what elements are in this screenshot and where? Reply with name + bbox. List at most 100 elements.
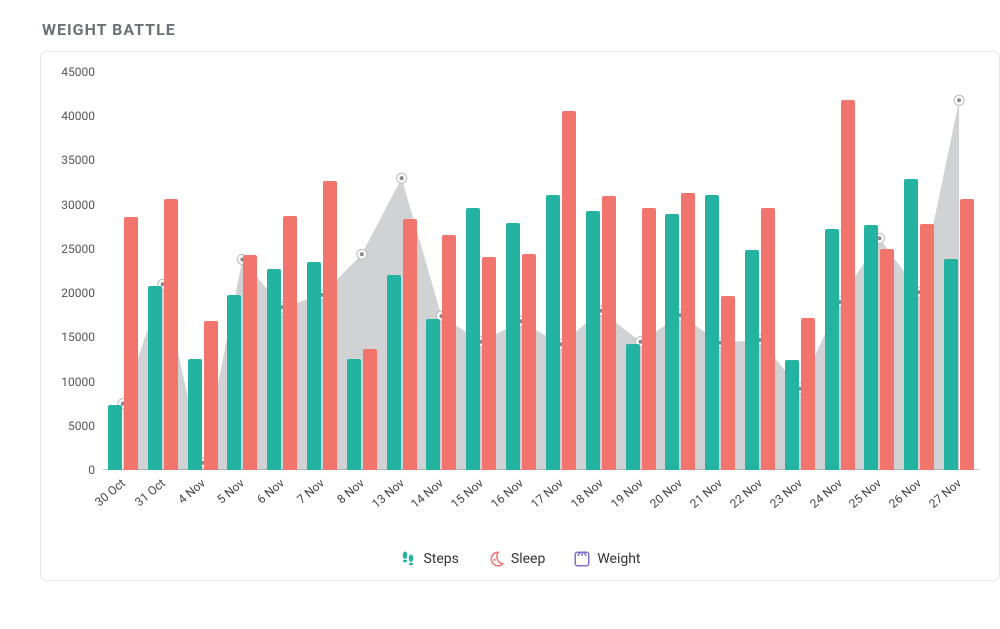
moon-icon [487,550,505,568]
plot-inner [103,72,979,470]
bar-group [903,179,935,470]
bar-group [704,195,736,470]
x-tick-label: 14 Nov [409,476,447,511]
bar-sleep [403,219,417,470]
bar-group [266,216,298,470]
x-tick-label: 27 Nov [926,476,964,511]
x-tick-label: 8 Nov [334,476,367,507]
bar-steps [426,319,440,470]
y-tick: 45000 [61,65,95,79]
y-tick: 40000 [61,109,95,123]
bar-group [664,193,696,470]
legend-label-weight: Weight [597,551,640,567]
bar-group [346,349,378,470]
bar-steps [864,225,878,470]
y-tick: 5000 [68,419,95,433]
x-tick-label: 17 Nov [528,476,566,511]
y-tick: 30000 [61,198,95,212]
x-tick-label: 24 Nov [807,476,845,511]
bar-sleep [801,318,815,470]
legend-label-sleep: Sleep [511,551,545,567]
bar-sleep [681,193,695,470]
bar-steps [148,286,162,470]
bar-steps [586,211,600,470]
bar-steps [546,195,560,470]
bar-group [107,217,139,470]
x-tick-label: 5 Nov [215,476,248,507]
bar-steps [665,214,679,470]
bar-steps [904,179,918,470]
bar-group [863,225,895,470]
x-tick-label: 19 Nov [608,476,646,511]
bar-steps [705,195,719,470]
page-title: WEIGHT BATTLE [42,20,1000,39]
x-tick-label: 6 Nov [255,476,288,507]
bar-steps [307,262,321,470]
x-tick-label: 22 Nov [727,476,765,511]
bar-group [147,199,179,470]
legend-item-weight[interactable]: Weight [573,550,640,568]
bar-sleep [283,216,297,470]
y-tick: 0 [88,463,95,477]
x-tick-label: 18 Nov [568,476,606,511]
bar-group [386,219,418,470]
bar-group [505,223,537,470]
bar-sleep [880,249,894,470]
bar-steps [745,250,759,470]
bar-sleep [243,255,257,470]
x-tick-label: 23 Nov [767,476,805,511]
bar-steps [387,275,401,470]
legend-label-steps: Steps [423,551,458,567]
y-tick: 20000 [61,286,95,300]
x-axis: 30 Oct31 Oct4 Nov5 Nov6 Nov7 Nov8 Nov13 … [103,470,979,530]
chart-container: WEIGHT BATTLE 0 5000 10000 15000 20000 25000 3… [20,20,1000,609]
bar-steps [188,359,202,470]
bar-sleep [363,349,377,470]
bar-sleep [602,196,616,470]
legend-item-sleep[interactable]: Sleep [487,550,545,568]
bar-steps [227,295,241,470]
bar-group [824,100,856,470]
bar-sleep [841,100,855,470]
bar-sleep [124,217,138,470]
bar-sleep [482,257,496,470]
bar-steps [944,259,958,470]
bar-sleep [164,199,178,470]
bar-steps [825,229,839,470]
bar-sleep [204,321,218,470]
x-tick-label: 4 Nov [175,476,208,507]
bar-group [744,208,776,470]
bar-group [425,235,457,470]
bar-steps [108,405,122,470]
bar-group [465,208,497,470]
bar-steps [506,223,520,470]
bar-sleep [442,235,456,470]
bar-sleep [522,254,536,470]
y-tick: 35000 [61,153,95,167]
bar-sleep [642,208,656,470]
legend-item-steps[interactable]: Steps [399,550,458,568]
y-tick: 15000 [61,330,95,344]
bar-group [306,181,338,470]
bar-sleep [323,181,337,470]
bar-group [226,255,258,470]
bar-group [545,111,577,470]
bar-sleep [960,199,974,470]
bars-layer [103,72,979,470]
x-tick-label: 31 Oct [132,476,168,509]
x-tick-label: 26 Nov [886,476,924,511]
legend: Steps Sleep Weight [41,550,999,568]
bar-group [585,196,617,470]
bar-group [625,208,657,470]
bar-group [943,199,975,470]
y-tick: 10000 [61,375,95,389]
bar-group [187,321,219,470]
scale-icon [573,550,591,568]
footprints-icon [399,550,417,568]
x-tick-label: 20 Nov [648,476,686,511]
x-tick-label: 21 Nov [687,476,725,511]
x-tick-label: 15 Nov [448,476,486,511]
y-tick: 25000 [61,242,95,256]
y-axis: 0500010000150002000025000300003500040000… [41,72,103,470]
bar-steps [626,344,640,470]
